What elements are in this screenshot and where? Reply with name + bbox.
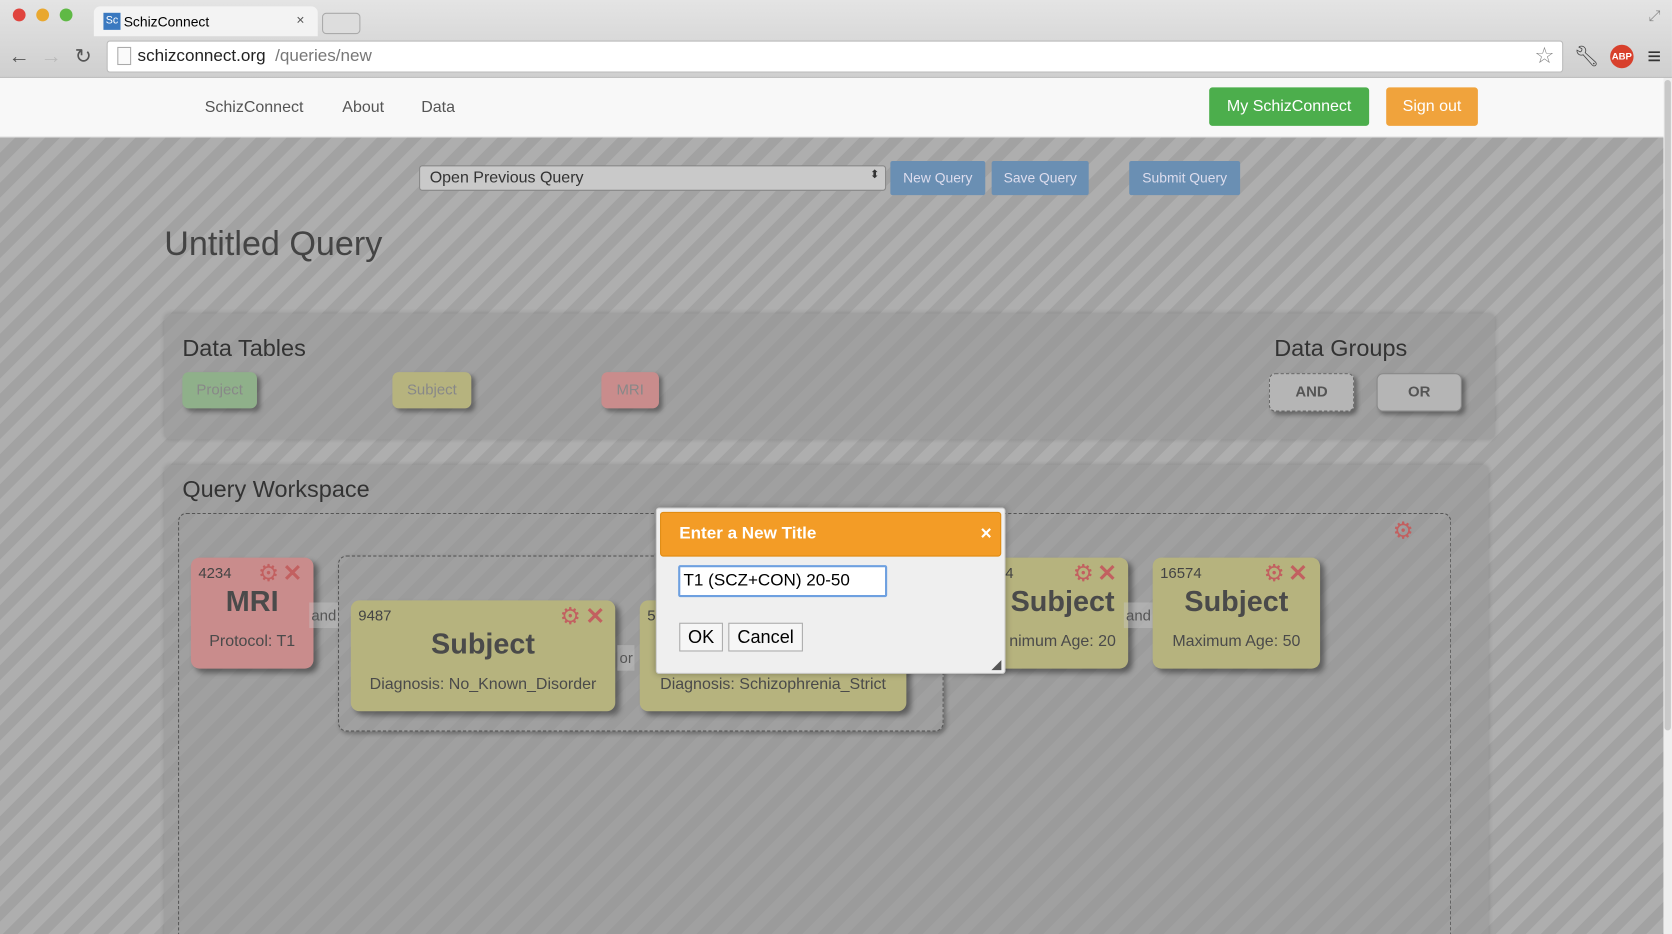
- table-chip-project[interactable]: Project: [182, 372, 257, 409]
- site-navbar: SchizConnect About Data My SchizConnect …: [0, 77, 1664, 138]
- query-card-mri[interactable]: 4234 ⚙︎ ✕ MRI Protocol: T1: [190, 557, 314, 669]
- dialog-header: Enter a New Title ×: [660, 511, 1002, 557]
- browser-tab[interactable]: Sc SchizConnect ×: [93, 6, 318, 37]
- card-id: 9487: [358, 606, 392, 624]
- menu-icon[interactable]: ≡: [1647, 43, 1661, 71]
- maximize-window-button[interactable]: [59, 8, 73, 22]
- close-icon[interactable]: ✕: [283, 561, 303, 585]
- ok-button[interactable]: OK: [679, 622, 723, 652]
- forward-icon[interactable]: →: [41, 45, 62, 70]
- close-icon[interactable]: ✕: [1288, 561, 1308, 585]
- fullscreen-icon[interactable]: ⤢: [1648, 6, 1660, 24]
- card-description: Diagnosis: Schizophrenia_Strict: [660, 674, 886, 694]
- resize-handle-icon[interactable]: ◢: [991, 657, 1001, 672]
- workspace-settings-gear-icon[interactable]: ⚙︎: [1393, 519, 1414, 542]
- card-id: 16574: [1160, 564, 1202, 582]
- new-title-dialog: Enter a New Title × OK Cancel ◢: [655, 507, 1006, 674]
- reload-icon[interactable]: ↻: [75, 45, 92, 70]
- card-title: Subject: [1010, 585, 1115, 618]
- table-chip-mri[interactable]: MRI: [601, 372, 659, 409]
- nav-about[interactable]: About: [342, 98, 384, 116]
- scrollbar[interactable]: [1663, 77, 1672, 934]
- query-card-subject[interactable]: 16574 ⚙︎ ✕ Subject Maximum Age: 50: [1152, 557, 1321, 669]
- select-arrows-icon: ⬍: [869, 168, 880, 182]
- close-tab-icon[interactable]: ×: [296, 12, 304, 28]
- submit-query-button[interactable]: Submit Query: [1129, 161, 1241, 196]
- data-tables-heading: Data Tables: [182, 334, 306, 362]
- my-schizconnect-button[interactable]: My SchizConnect: [1209, 87, 1370, 126]
- card-id: 4234: [198, 564, 232, 582]
- close-icon[interactable]: ✕: [585, 604, 605, 628]
- favicon-icon: Sc: [103, 12, 121, 30]
- group-chip-and[interactable]: AND: [1268, 373, 1355, 412]
- query-workspace-heading: Query Workspace: [182, 475, 370, 503]
- dialog-title: Enter a New Title: [679, 524, 817, 543]
- card-description: Diagnosis: No_Known_Disorder: [369, 674, 597, 694]
- new-query-button[interactable]: New Query: [890, 161, 986, 196]
- save-query-button[interactable]: Save Query: [991, 161, 1089, 196]
- gear-icon[interactable]: ⚙︎: [560, 604, 581, 628]
- nav-brand[interactable]: SchizConnect: [205, 98, 304, 116]
- card-id: 5: [647, 606, 656, 624]
- tab-title: SchizConnect: [123, 13, 210, 30]
- card-description: Maximum Age: 50: [1172, 632, 1301, 651]
- close-window-button[interactable]: [12, 8, 26, 22]
- url-domain: schizconnect.org: [137, 46, 266, 66]
- title-input[interactable]: [678, 565, 888, 598]
- gear-icon[interactable]: ⚙︎: [1264, 561, 1285, 585]
- close-icon[interactable]: ✕: [1097, 561, 1117, 585]
- bookmark-star-icon[interactable]: ☆: [1534, 43, 1554, 70]
- table-chip-subject[interactable]: Subject: [392, 372, 472, 409]
- card-title: MRI: [225, 585, 279, 618]
- query-title[interactable]: Untitled Query: [164, 224, 382, 263]
- cancel-button[interactable]: Cancel: [728, 622, 803, 652]
- card-title: Subject: [431, 628, 536, 661]
- data-groups-heading: Data Groups: [1274, 334, 1408, 362]
- adblock-icon[interactable]: ABP: [1610, 44, 1634, 69]
- nav-data[interactable]: Data: [421, 98, 455, 116]
- connector-or: or: [617, 645, 635, 671]
- query-card-subject[interactable]: 9487 ⚙︎ ✕ Subject Diagnosis: No_Known_Dis…: [350, 600, 616, 712]
- connector-and: and: [1123, 602, 1154, 629]
- card-description: nimum Age: 20: [1009, 632, 1116, 651]
- sign-out-button[interactable]: Sign out: [1386, 87, 1478, 126]
- connector-and: and: [309, 602, 339, 629]
- open-previous-query-select[interactable]: Open Previous Query ⬍: [419, 165, 887, 191]
- gear-icon[interactable]: ⚙︎: [1073, 561, 1094, 585]
- card-title: Subject: [1184, 585, 1289, 618]
- page-icon: [117, 46, 132, 66]
- back-icon[interactable]: ←: [9, 45, 30, 70]
- select-value: Open Previous Query: [429, 168, 584, 187]
- group-chip-or[interactable]: OR: [1376, 373, 1462, 412]
- gear-icon[interactable]: ⚙︎: [258, 561, 279, 585]
- address-bar[interactable]: schizconnect.org /queries/new ☆: [106, 40, 1564, 73]
- minimize-window-button[interactable]: [36, 8, 50, 22]
- new-tab-button[interactable]: [322, 12, 361, 35]
- card-description: Protocol: T1: [209, 632, 296, 651]
- url-path: /queries/new: [275, 46, 372, 66]
- wrench-icon[interactable]: 🔧︎: [1574, 44, 1600, 70]
- dialog-close-icon[interactable]: ×: [980, 522, 991, 544]
